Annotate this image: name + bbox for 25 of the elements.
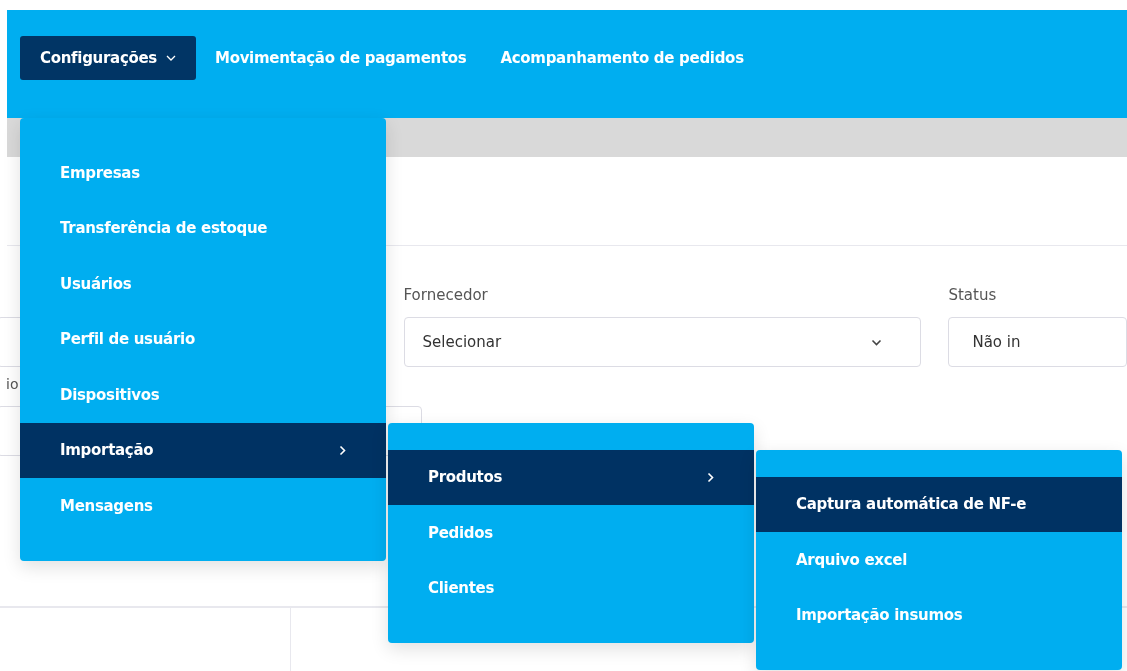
chevron-down-icon (166, 55, 176, 61)
input-field[interactable]: Não in (948, 317, 1127, 367)
menu-item[interactable]: Arquivo excel (756, 532, 1122, 588)
chevron-right-icon (339, 444, 346, 456)
menu-item[interactable]: Importação insumos (756, 587, 1122, 643)
menu-item[interactable]: Produtos (388, 449, 754, 505)
menu-item[interactable]: Dispositivos (20, 367, 386, 423)
menu-item[interactable]: Perfil de usuário (20, 311, 386, 367)
nav-link[interactable]: Acompanhamento de pedidos (485, 36, 759, 80)
nav-menu-button[interactable]: Configurações (20, 36, 196, 80)
nav-link[interactable]: Movimentação de pagamentos (200, 36, 482, 80)
select-field[interactable]: Selecionar (403, 317, 922, 367)
menu-item[interactable]: Pedidos (388, 505, 754, 561)
chevron-right-icon (707, 471, 714, 483)
menu-item[interactable]: Transferência de estoque (20, 200, 386, 256)
chevron-down-icon (871, 338, 883, 346)
menu-item[interactable]: Importação (20, 422, 386, 478)
menu-item[interactable]: Captura automática de NF-e (756, 476, 1122, 532)
field-label: Fornecedor (403, 286, 489, 305)
menu-item[interactable]: Usuários (20, 256, 386, 312)
menu-item[interactable]: Empresas (20, 145, 386, 201)
field-label: io (6, 376, 20, 394)
menu-item[interactable]: Clientes (388, 560, 754, 616)
menu-item[interactable]: Mensagens (20, 478, 386, 534)
field-label: Status (948, 286, 998, 305)
